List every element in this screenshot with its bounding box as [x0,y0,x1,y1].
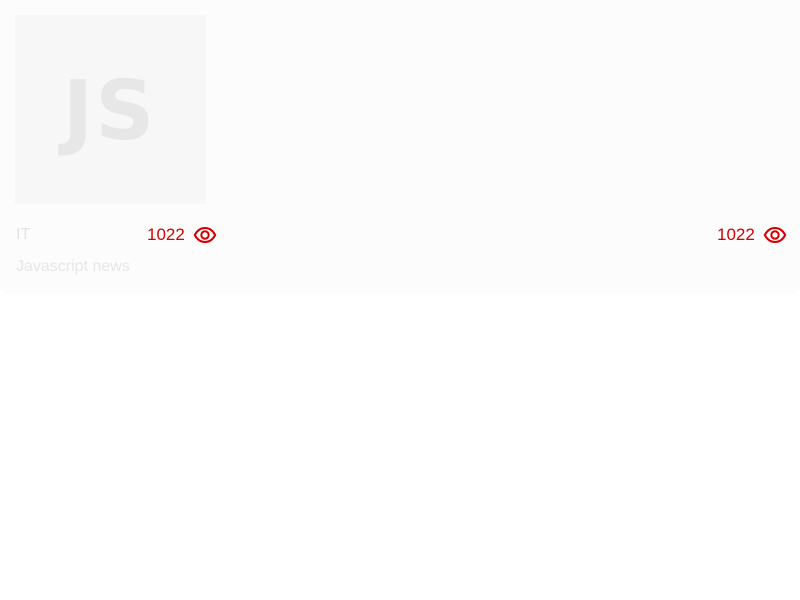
eye-icon [193,226,217,244]
news-card[interactable]: JS IT 1022 1022 Javascript news [0,0,800,294]
javascript-logo-text: JS [62,64,157,159]
view-count-secondary-value: 1022 [717,225,755,244]
news-title[interactable]: Javascript news [16,257,130,277]
view-count-secondary: 1022 [717,223,787,247]
eye-icon [763,226,787,244]
view-count: 1022 [147,223,217,247]
view-count-value: 1022 [147,225,185,244]
news-category: IT [16,226,31,243]
news-thumbnail[interactable]: JS [15,15,206,204]
